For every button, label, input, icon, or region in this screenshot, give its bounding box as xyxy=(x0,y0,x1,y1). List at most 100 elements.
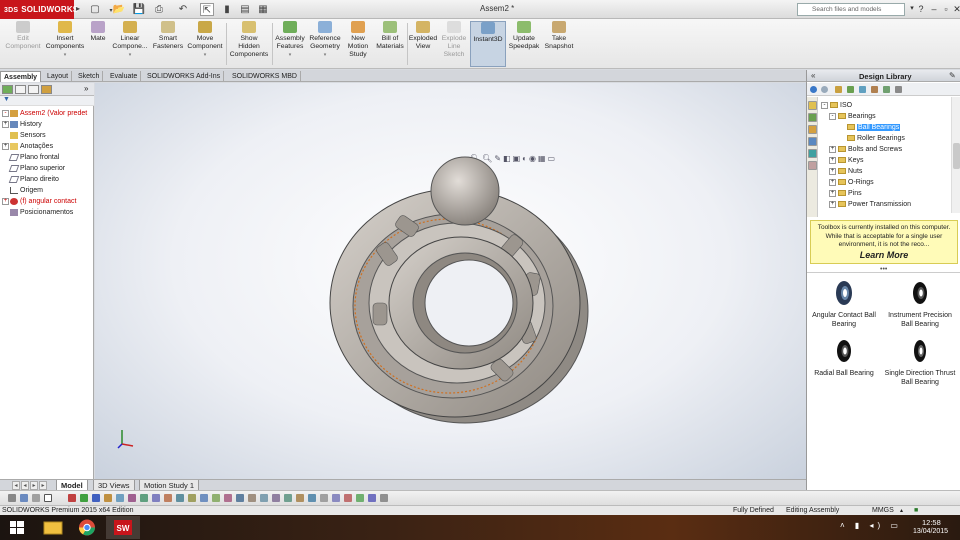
feature-tree-tab-icon[interactable] xyxy=(2,85,13,94)
tab-layout[interactable]: Layout xyxy=(44,71,73,82)
part-instrument-precision-ball-bearing[interactable]: Instrument Precision Ball Bearing xyxy=(883,279,957,329)
filter-toolbar-icon[interactable] xyxy=(8,494,16,502)
filter-icon[interactable] xyxy=(895,86,902,93)
tree-item-right-plane[interactable]: Plano direito xyxy=(2,174,59,185)
solidworks-logo[interactable]: 3DS SOLIDWORKS xyxy=(0,0,78,19)
take-snapshot-button[interactable]: Take Snapshot xyxy=(542,21,576,67)
part-angular-contact-ball-bearing[interactable]: Angular Contact Ball Bearing xyxy=(807,279,881,329)
collapse-icon[interactable]: - xyxy=(821,101,828,109)
update-speedpak-button[interactable]: Update Speedpak xyxy=(508,21,540,67)
filter-edges-icon[interactable] xyxy=(68,494,76,502)
windows-start-icon[interactable] xyxy=(0,516,34,539)
tree-item-mates[interactable]: Posicionamentos xyxy=(2,207,73,218)
tab-addins[interactable]: SOLIDWORKS Add-Ins xyxy=(144,71,225,82)
filter-center-mark-icon[interactable] xyxy=(272,494,280,502)
tree-item-front-plane[interactable]: Plano frontal xyxy=(2,152,59,163)
filter-toggle-icon[interactable] xyxy=(332,494,340,502)
linear-component-pattern-button[interactable]: Linear Compone... ▾ xyxy=(110,21,150,67)
filter-dimensions-icon[interactable] xyxy=(176,494,184,502)
clock-date[interactable]: 13/04/2015 xyxy=(913,528,948,535)
select-icon[interactable]: ⇱ xyxy=(200,3,214,16)
file-explorer-icon[interactable] xyxy=(36,516,70,539)
filter-planes-icon[interactable] xyxy=(104,494,112,502)
filter-routing-icon[interactable] xyxy=(308,494,316,502)
expand-icon[interactable]: + xyxy=(829,156,836,164)
tree-node-keys[interactable]: + Keys xyxy=(829,155,864,166)
options-icon[interactable]: ▦ xyxy=(256,3,270,16)
pin-icon[interactable]: ✎ xyxy=(949,71,956,80)
help-icon[interactable]: ? xyxy=(915,3,927,15)
expand-icon[interactable]: + xyxy=(2,142,9,150)
tab-next-icon[interactable]: ▸ xyxy=(30,481,38,490)
solidworks-taskbar-icon[interactable]: SW xyxy=(106,516,140,539)
add-file-location-icon[interactable] xyxy=(835,86,842,93)
refresh-icon[interactable] xyxy=(859,86,866,93)
insert-components-button[interactable]: Insert Components ▾ xyxy=(44,21,86,67)
filter-axes-icon[interactable] xyxy=(116,494,124,502)
solidworks-resources-tab-icon[interactable] xyxy=(808,161,817,170)
expand-icon[interactable]: + xyxy=(829,167,836,175)
tab-first-icon[interactable]: ◂ xyxy=(12,481,20,490)
filter-block-icon[interactable] xyxy=(284,494,292,502)
graphics-area[interactable]: 🔍︎🔍︎✎◧▣◐◉▦▭ xyxy=(95,83,806,479)
display-manager-tab-icon[interactable] xyxy=(41,85,52,94)
filter-more-icon[interactable] xyxy=(380,494,388,502)
exploded-view-button[interactable]: Exploded View xyxy=(408,21,438,67)
dropdown-icon[interactable]: ▾ xyxy=(306,51,344,59)
tree-node-power-transmission[interactable]: + Power Transmission xyxy=(829,199,911,210)
select-filter-icon[interactable] xyxy=(32,494,40,502)
filter-surfaces-icon[interactable] xyxy=(152,494,160,502)
filter-tolerance-icon[interactable] xyxy=(248,494,256,502)
expand-icon[interactable]: + xyxy=(2,197,9,205)
tree-node-roller-bearings[interactable]: Roller Bearings xyxy=(847,133,905,144)
filter-surface-finish-icon[interactable] xyxy=(260,494,268,502)
instant3d-button[interactable]: Instant3D xyxy=(470,21,506,67)
rebuild-icon[interactable]: ▮ xyxy=(220,3,234,16)
tree-item-assembly[interactable]: - Assem2 (Valor predet xyxy=(2,108,87,119)
create-folder-icon[interactable] xyxy=(847,86,854,93)
filter-points-icon[interactable] xyxy=(140,494,148,502)
print-icon[interactable]: ⎙ xyxy=(152,3,166,16)
tab-sketch[interactable]: Sketch xyxy=(75,71,104,82)
file-explorer-tab-icon[interactable] xyxy=(808,113,817,122)
tree-node-pins[interactable]: + Pins xyxy=(829,188,862,199)
expand-icon[interactable]: + xyxy=(2,120,9,128)
expand-icon[interactable]: + xyxy=(829,189,836,197)
collapse-icon[interactable]: - xyxy=(2,109,9,117)
appearances-tab-icon[interactable] xyxy=(808,137,817,146)
tree-item-origin[interactable]: Origem xyxy=(2,185,43,196)
clock-time[interactable]: 12:58 xyxy=(922,518,941,527)
tree-item-top-plane[interactable]: Plano superior xyxy=(2,163,65,174)
filter-datum-icon[interactable] xyxy=(236,494,244,502)
library-icon[interactable] xyxy=(883,86,890,93)
smart-fasteners-button[interactable]: Smart Fasteners xyxy=(150,21,186,67)
search-input[interactable]: Search files and models xyxy=(797,3,905,16)
tab-mbd[interactable]: SOLIDWORKS MBD xyxy=(229,71,301,82)
back-icon[interactable] xyxy=(810,86,817,93)
bearing-ball[interactable] xyxy=(430,156,500,226)
dropdown-icon[interactable]: ▾ xyxy=(44,51,86,59)
dropdown-icon[interactable]: ▾ xyxy=(186,51,224,59)
collapse-icon[interactable]: - xyxy=(829,112,836,120)
panel-expand-icon[interactable]: » xyxy=(84,84,88,93)
select-filter-icon[interactable] xyxy=(20,494,28,502)
configuration-tab-icon[interactable] xyxy=(28,85,39,94)
tree-node-o-rings[interactable]: + O-Rings xyxy=(829,177,874,188)
menu-expand-icon[interactable]: ▸ xyxy=(76,3,84,15)
upload-icon[interactable] xyxy=(871,86,878,93)
collapse-panel-icon[interactable]: « xyxy=(811,71,815,80)
tree-node-iso[interactable]: - ISO xyxy=(821,100,852,111)
undo-icon[interactable]: ↶ xyxy=(176,3,190,16)
filter-icon[interactable]: ▼ xyxy=(3,96,10,103)
design-library-tab-icon[interactable] xyxy=(808,101,817,110)
tree-node-ball-bearings[interactable]: Ball Bearings xyxy=(847,122,901,133)
close-icon[interactable]: ✕ xyxy=(951,3,960,15)
expand-icon[interactable]: + xyxy=(829,200,836,208)
tree-node-bearings[interactable]: - Bearings xyxy=(829,111,876,122)
custom-properties-tab-icon[interactable] xyxy=(808,149,817,158)
chrome-icon[interactable] xyxy=(70,516,104,539)
show-hidden-components-button[interactable]: Show Hidden Components xyxy=(228,21,270,67)
mate-button[interactable]: Mate xyxy=(86,21,110,67)
bill-of-materials-button[interactable]: Bill of Materials xyxy=(374,21,406,67)
edit-component-button[interactable]: Edit Component xyxy=(2,21,44,67)
